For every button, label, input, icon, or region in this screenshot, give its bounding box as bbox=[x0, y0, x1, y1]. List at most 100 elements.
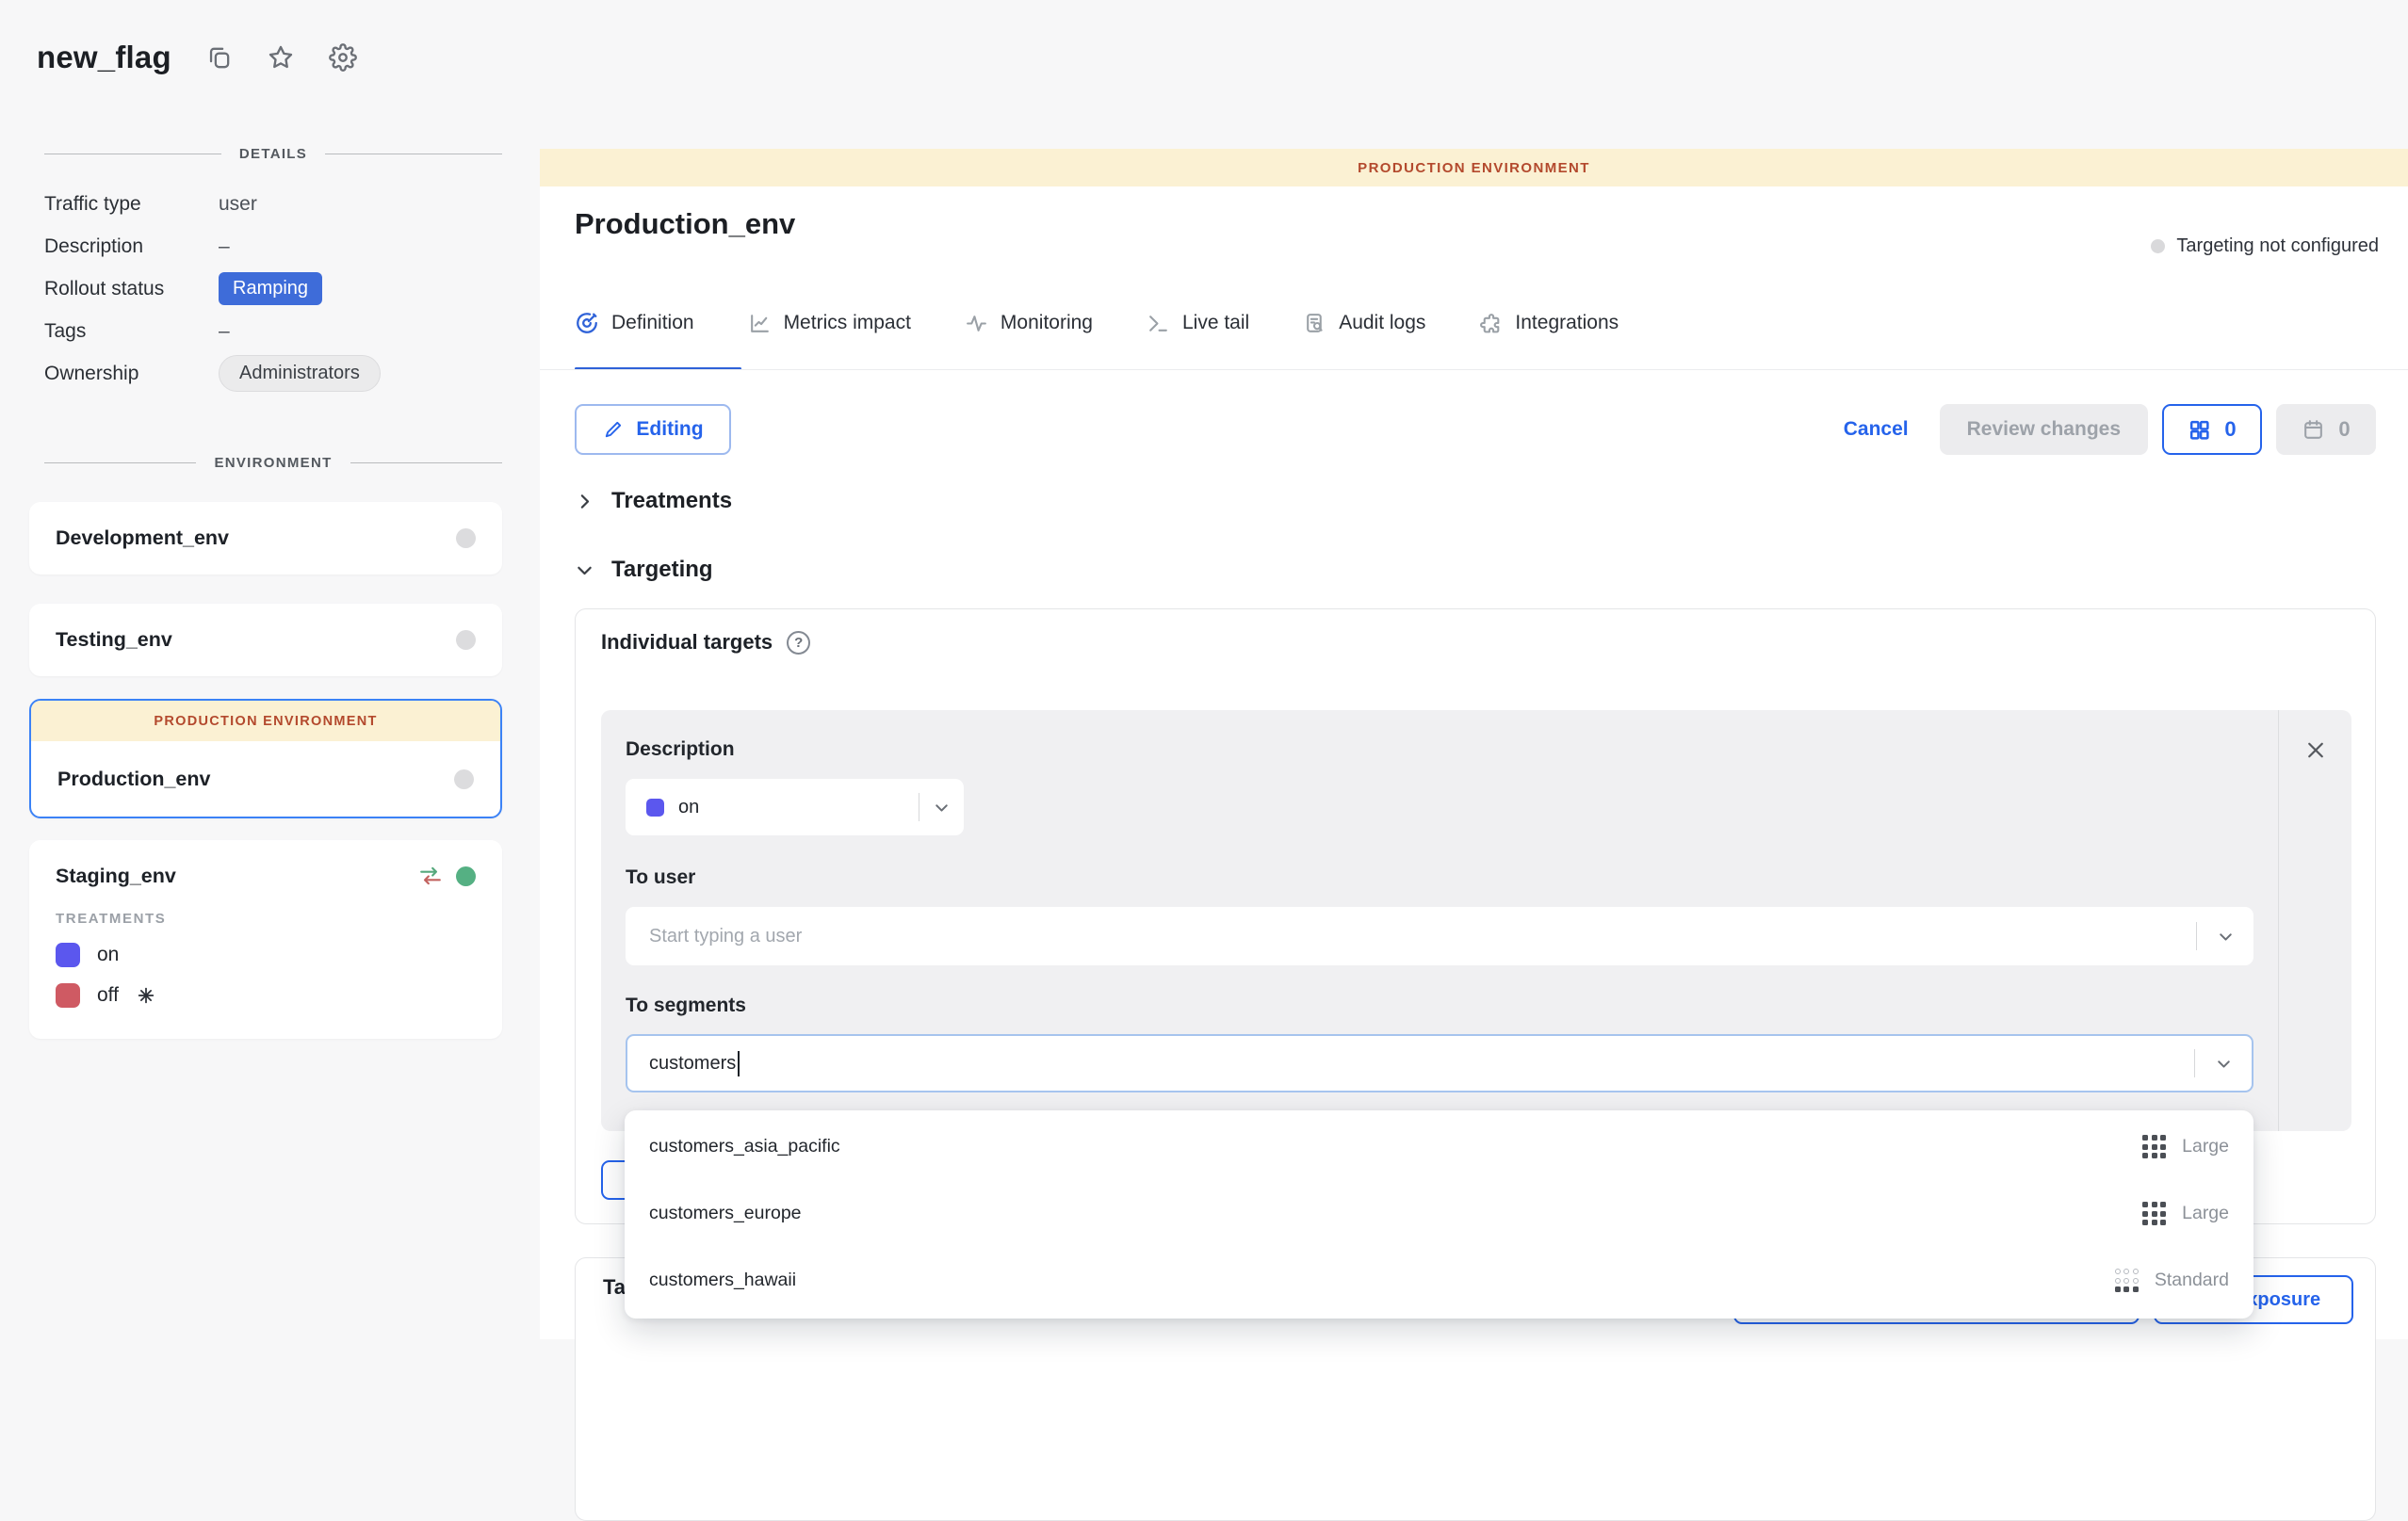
tags-label: Tags bbox=[44, 320, 219, 343]
description-label: Description bbox=[44, 235, 219, 258]
puzzle-icon bbox=[1479, 312, 1503, 335]
chevron-down-icon bbox=[575, 560, 594, 580]
detail-row-ownership: Ownership Administrators bbox=[44, 352, 512, 395]
segment-size-label: Large bbox=[2182, 1136, 2229, 1157]
env-card-testing[interactable]: Testing_env bbox=[29, 604, 502, 676]
tab-monitoring[interactable]: Monitoring bbox=[965, 311, 1093, 335]
details-section-header: DETAILS bbox=[44, 146, 502, 162]
sidebar: DETAILS Traffic type user Description – … bbox=[0, 0, 540, 1339]
targeting-section-title: Targeting bbox=[611, 557, 713, 583]
detail-row-rollout-status: Rollout status Ramping bbox=[44, 267, 512, 310]
ownership-pill[interactable]: Administrators bbox=[219, 355, 381, 392]
edit-actions: Cancel Review changes 0 0 bbox=[1844, 404, 2376, 455]
terminal-icon bbox=[1147, 312, 1170, 335]
close-icon[interactable] bbox=[2303, 738, 2327, 762]
to-user-input[interactable] bbox=[649, 907, 2196, 965]
help-icon[interactable]: ? bbox=[787, 631, 810, 655]
treatment-row-off: off bbox=[56, 983, 476, 1008]
segment-name: customers_europe bbox=[649, 1203, 802, 1224]
tags-value: – bbox=[219, 320, 230, 343]
env-card-production[interactable]: PRODUCTION ENVIRONMENT Production_env bbox=[29, 699, 502, 818]
tab-label: Integrations bbox=[1515, 312, 1619, 334]
main-panel: PRODUCTION ENVIRONMENT Production_env Ta… bbox=[540, 149, 2408, 1339]
review-changes-button[interactable]: Review changes bbox=[1940, 404, 2148, 455]
environment-section-header: ENVIRONMENT bbox=[44, 455, 502, 471]
changes-count: 0 bbox=[2224, 417, 2236, 442]
tab-definition[interactable]: Definition bbox=[575, 311, 694, 335]
target-rule-rail bbox=[2278, 710, 2351, 1131]
segment-name: customers_asia_pacific bbox=[649, 1136, 840, 1157]
env-status-dot bbox=[456, 528, 476, 548]
to-user-label: To user bbox=[626, 864, 2253, 891]
treatment-select[interactable]: on bbox=[626, 779, 964, 835]
detail-row-description: Description – bbox=[44, 225, 512, 267]
targeting-status: Targeting not configured bbox=[2151, 235, 2379, 257]
detail-row-traffic-type: Traffic type user bbox=[44, 183, 512, 225]
chevron-down-icon[interactable] bbox=[2197, 907, 2253, 965]
tab-label: Audit logs bbox=[1339, 312, 1425, 334]
schedule-count: 0 bbox=[2338, 417, 2350, 442]
individual-targets-heading: Individual targets bbox=[601, 630, 773, 655]
segment-name: customers_hawaii bbox=[649, 1270, 796, 1291]
swap-arrows-icon bbox=[418, 864, 443, 888]
traffic-type-value: user bbox=[219, 193, 257, 216]
treatment-color-swatch bbox=[646, 799, 664, 817]
calendar-icon bbox=[2302, 418, 2325, 442]
to-segments-value: customers bbox=[649, 1053, 736, 1075]
target-rule-fields: Description on To user bbox=[626, 710, 2253, 1092]
tab-metrics-impact[interactable]: Metrics impact bbox=[748, 311, 911, 335]
chevron-right-icon bbox=[575, 492, 594, 511]
environment-heading: ENVIRONMENT bbox=[214, 455, 332, 471]
env-name: Production_env bbox=[57, 768, 210, 791]
text-caret bbox=[738, 1051, 740, 1076]
chevron-down-icon bbox=[919, 798, 964, 817]
divider-line bbox=[44, 462, 196, 463]
metrics-icon bbox=[748, 312, 772, 335]
env-card-development[interactable]: Development_env bbox=[29, 502, 502, 574]
status-dot-icon bbox=[2151, 239, 2165, 253]
production-environment-banner: PRODUCTION ENVIRONMENT bbox=[540, 149, 2408, 186]
chevron-down-icon[interactable] bbox=[2195, 1036, 2252, 1091]
treatment-name: on bbox=[97, 944, 119, 966]
targeting-status-text: Targeting not configured bbox=[2176, 235, 2379, 257]
treatments-heading: TREATMENTS bbox=[56, 911, 476, 927]
changes-count-button[interactable]: 0 bbox=[2162, 404, 2262, 455]
treatment-select-value: on bbox=[678, 797, 919, 818]
treatment-name: off bbox=[97, 984, 119, 1007]
cancel-button[interactable]: Cancel bbox=[1844, 418, 1909, 441]
treatments-section-toggle[interactable]: Treatments bbox=[575, 488, 732, 514]
tab-bar: Definition Metrics impact Monitoring bbox=[575, 311, 1619, 335]
targeting-section-toggle[interactable]: Targeting bbox=[575, 557, 713, 583]
rollout-status-badge: Ramping bbox=[219, 272, 322, 305]
editing-button[interactable]: Editing bbox=[575, 404, 731, 455]
tab-live-tail[interactable]: Live tail bbox=[1147, 311, 1249, 335]
detail-row-tags: Tags – bbox=[44, 310, 512, 352]
target-rule-block: Description on To user bbox=[601, 710, 2351, 1131]
details-rows: Traffic type user Description – Rollout … bbox=[44, 183, 512, 395]
env-status-dot bbox=[454, 769, 474, 789]
tab-audit-logs[interactable]: Audit logs bbox=[1303, 311, 1425, 335]
page-title: Production_env bbox=[575, 207, 795, 241]
env-status-dot-active bbox=[456, 866, 476, 886]
pencil-icon bbox=[602, 419, 624, 441]
editing-label: Editing bbox=[636, 418, 703, 441]
monitoring-icon bbox=[965, 312, 988, 335]
to-user-field bbox=[626, 907, 2253, 965]
traffic-type-label: Traffic type bbox=[44, 193, 219, 216]
segment-option-hawaii[interactable]: customers_hawaii Standard bbox=[625, 1247, 2253, 1314]
grid-icon bbox=[2188, 418, 2211, 442]
env-name: Staging_env bbox=[56, 865, 176, 888]
description-value: – bbox=[219, 235, 230, 258]
tab-integrations[interactable]: Integrations bbox=[1479, 311, 1619, 335]
segment-option-europe[interactable]: customers_europe Large bbox=[625, 1180, 2253, 1247]
env-status-dot bbox=[456, 630, 476, 650]
segment-size-icon-large bbox=[2142, 1135, 2166, 1158]
ownership-label: Ownership bbox=[44, 363, 219, 385]
env-card-staging[interactable]: Staging_env TREATMENTS on off bbox=[29, 840, 502, 1039]
schedule-count-button[interactable]: 0 bbox=[2276, 404, 2376, 455]
segment-option-asia-pacific[interactable]: customers_asia_pacific Large bbox=[625, 1113, 2253, 1180]
segment-size-label: Standard bbox=[2155, 1270, 2229, 1291]
to-segments-field[interactable]: customers bbox=[626, 1034, 2253, 1092]
segments-dropdown: customers_asia_pacific Large customers_e… bbox=[625, 1110, 2253, 1319]
tab-label: Metrics impact bbox=[784, 312, 911, 334]
